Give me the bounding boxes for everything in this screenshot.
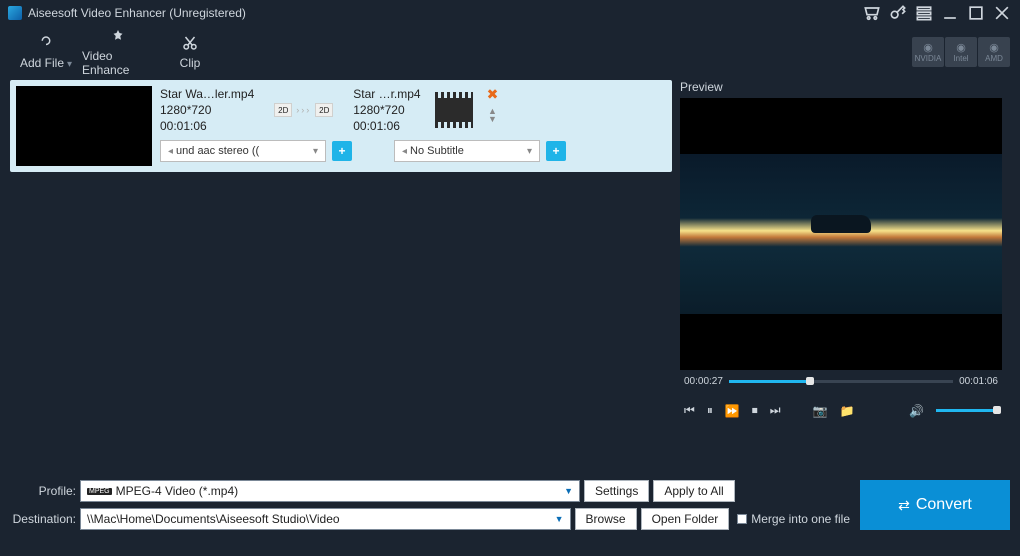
clip-icon	[181, 34, 199, 52]
close-icon[interactable]	[992, 3, 1012, 23]
add-file-button[interactable]: Add File▾	[10, 34, 82, 70]
video-enhance-label: Video Enhance	[82, 49, 154, 77]
menu-icon[interactable]	[914, 3, 934, 23]
pause-button[interactable]: ⏸	[707, 403, 713, 418]
source-meta: Star Wa…ler.mp4 1280*720 00:01:06	[160, 86, 254, 134]
output-duration: 00:01:06	[353, 118, 420, 134]
next-button[interactable]: ⏭	[770, 403, 781, 418]
output-filename: Star …r.mp4	[353, 86, 420, 102]
preview-timeline: 00:00:27 00:01:06	[680, 370, 1002, 393]
dimension-convert-icon[interactable]: 2D ››› 2D	[274, 103, 333, 117]
snapshot-button[interactable]: 📷	[813, 404, 828, 418]
preview-panel: Preview 00:00:27 00:01:06 ⏮ ⏸ ⏩ ⏹ ⏭ 📷 📁 …	[680, 80, 1002, 476]
app-title: Aiseesoft Video Enhancer (Unregistered)	[28, 6, 246, 20]
browse-button[interactable]: Browse	[575, 508, 637, 530]
preview-video	[680, 98, 1002, 370]
source-duration: 00:01:06	[160, 118, 254, 134]
convert-button[interactable]: ⇄ Convert	[860, 480, 1010, 530]
time-current: 00:00:27	[684, 376, 723, 387]
volume-icon[interactable]: 🔊	[909, 404, 924, 418]
destination-label: Destination:	[10, 512, 76, 526]
maximize-icon[interactable]	[966, 3, 986, 23]
settings-button[interactable]: Settings	[584, 480, 649, 502]
key-icon[interactable]	[888, 3, 908, 23]
profile-label: Profile:	[10, 484, 76, 498]
film-icon	[435, 92, 473, 128]
output-meta: Star …r.mp4 1280*720 00:01:06	[353, 86, 420, 134]
checkbox-icon	[737, 514, 747, 524]
apply-all-button[interactable]: Apply to All	[653, 480, 734, 502]
minimize-icon[interactable]	[940, 3, 960, 23]
gpu-intel-badge: ◉Intel	[945, 37, 977, 67]
app-logo-icon	[8, 6, 22, 20]
file-list-panel: Star Wa…ler.mp4 1280*720 00:01:06 2D ›››…	[10, 80, 672, 476]
preview-controls: ⏮ ⏸ ⏩ ⏹ ⏭ 📷 📁 🔊	[680, 393, 1002, 418]
move-down-button[interactable]: ▼	[488, 115, 497, 123]
add-subtitle-button[interactable]: +	[546, 141, 566, 161]
destination-input[interactable]: \\Mac\Home\Documents\Aiseesoft Studio\Vi…	[80, 508, 571, 530]
bottom-bar: Profile: MPEG MPEG-4 Video (*.mp4) ▼ Set…	[0, 476, 1020, 540]
gpu-nvidia-badge: ◉NVIDIA	[912, 37, 944, 67]
add-file-label: Add File	[20, 56, 64, 70]
volume-slider[interactable]	[936, 409, 998, 412]
fastforward-button[interactable]: ⏩	[725, 404, 740, 418]
output-resolution: 1280*720	[353, 102, 420, 118]
stop-button[interactable]: ⏹	[752, 403, 758, 418]
clip-label: Clip	[180, 56, 201, 70]
prev-button[interactable]: ⏮	[684, 403, 695, 418]
open-folder-button[interactable]: Open Folder	[641, 508, 730, 530]
time-total: 00:01:06	[959, 376, 998, 387]
format-icon: MPEG	[87, 488, 112, 495]
video-enhance-button[interactable]: Video Enhance	[82, 27, 154, 77]
delete-item-button[interactable]: ✖	[487, 86, 499, 103]
seek-slider[interactable]	[729, 380, 953, 383]
gpu-amd-badge: ◉AMD	[978, 37, 1010, 67]
file-thumbnail	[16, 86, 152, 166]
subtitle-select[interactable]: ◂No Subtitle▾	[394, 140, 540, 162]
add-audio-button[interactable]: +	[332, 141, 352, 161]
convert-icon: ⇄	[898, 497, 910, 514]
enhance-icon	[109, 27, 127, 45]
cart-icon[interactable]	[862, 3, 882, 23]
merge-checkbox[interactable]: Merge into one file	[737, 512, 850, 526]
file-item[interactable]: Star Wa…ler.mp4 1280*720 00:01:06 2D ›››…	[10, 80, 672, 172]
preview-label: Preview	[680, 80, 1002, 94]
main-toolbar: Add File▾ Video Enhance Clip ◉NVIDIA ◉In…	[0, 26, 1020, 76]
source-filename: Star Wa…ler.mp4	[160, 86, 254, 102]
source-resolution: 1280*720	[160, 102, 254, 118]
titlebar: Aiseesoft Video Enhancer (Unregistered)	[0, 0, 1020, 26]
audio-track-select[interactable]: ◂und aac stereo ((▾	[160, 140, 326, 162]
clip-button[interactable]: Clip	[154, 34, 226, 70]
open-snapshot-folder-button[interactable]: 📁	[840, 404, 855, 418]
add-file-icon	[37, 34, 55, 52]
profile-select[interactable]: MPEG MPEG-4 Video (*.mp4) ▼	[80, 480, 580, 502]
preview-frame-image	[680, 154, 1002, 314]
